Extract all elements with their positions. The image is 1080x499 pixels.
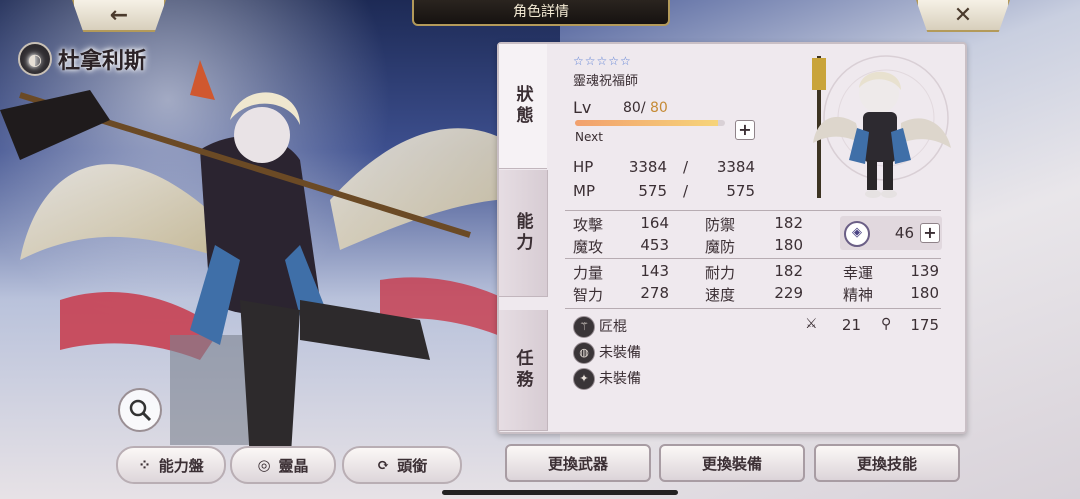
- vertical-tabs: 狀態 能力 任務: [499, 44, 549, 432]
- change-weapon-button[interactable]: 更換武器: [505, 444, 651, 482]
- title-button[interactable]: ⟳ 頭銜: [342, 446, 462, 484]
- mp-separator: /: [683, 182, 689, 200]
- exp-bar-fill: [575, 120, 718, 126]
- level-max: 80: [650, 100, 668, 116]
- soul-level-box: ◈ 46 +: [840, 216, 942, 250]
- soul-value: 46: [894, 224, 914, 242]
- ability-board-label: 能力盤: [158, 456, 204, 475]
- magic-defense-label: 魔防: [705, 238, 736, 256]
- mp-max: 575: [726, 182, 755, 200]
- rarity-stars: ☆☆☆☆☆: [573, 54, 632, 68]
- change-equipment-button[interactable]: 更換裝備: [659, 444, 805, 482]
- spirit-element-icon: ◐: [18, 42, 52, 76]
- character-name: 杜拿利斯: [58, 48, 147, 74]
- refresh-icon: ⟳: [376, 456, 390, 474]
- divider: [565, 258, 941, 259]
- accessory-icon: ✦: [573, 368, 595, 390]
- defense-value: 182: [774, 214, 803, 232]
- hp-label: HP: [573, 158, 594, 176]
- job-name: 靈魂祝福師: [573, 74, 639, 89]
- change-skill-button[interactable]: 更換技能: [814, 444, 960, 482]
- board-icon: ⁘: [138, 456, 151, 474]
- crystal-label: 靈晶: [278, 456, 309, 475]
- intellect-value: 278: [640, 284, 669, 302]
- level-label: Lv: [573, 98, 592, 117]
- level-separator: /: [640, 100, 646, 116]
- magic-defense-value: 180: [774, 236, 803, 254]
- zoom-button[interactable]: [118, 388, 162, 432]
- hp-current: 3384: [628, 158, 667, 176]
- title-label: 頭銜: [397, 456, 428, 475]
- strength-value: 143: [640, 262, 669, 280]
- exp-bar: [575, 120, 725, 126]
- endurance-value: 182: [774, 262, 803, 280]
- strength-label: 力量: [573, 264, 604, 282]
- divider: [565, 308, 941, 309]
- mp-current: 575: [638, 182, 667, 200]
- tab-quest[interactable]: 任務: [499, 310, 548, 431]
- chibi-illustration: [812, 55, 951, 198]
- character-name-block: ◐ 杜拿利斯: [18, 42, 146, 76]
- home-indicator: [442, 490, 678, 495]
- spirit-label: 精神: [843, 286, 874, 304]
- close-button[interactable]: ✕: [916, 0, 1010, 32]
- crystal-button[interactable]: ◎ 靈晶: [230, 446, 336, 484]
- crystal-icon: ◎: [257, 456, 271, 474]
- magic-value: 453: [640, 236, 669, 254]
- next-label: Next: [575, 130, 603, 144]
- weapon-magic: 175: [910, 316, 939, 334]
- armor-icon: ◍: [573, 342, 595, 364]
- soul-icon: ◈: [844, 221, 870, 247]
- spirit-value: 180: [910, 284, 939, 302]
- page-title: 角色詳情: [412, 0, 670, 26]
- mp-label: MP: [573, 182, 595, 200]
- wand-icon: ⚲: [881, 316, 892, 332]
- soul-add-button[interactable]: +: [920, 223, 940, 243]
- speed-value: 229: [774, 284, 803, 302]
- armor-slot[interactable]: 未裝備: [599, 342, 641, 362]
- hp-max: 3384: [716, 158, 755, 176]
- luck-label: 幸運: [843, 264, 874, 282]
- luck-value: 139: [910, 262, 939, 280]
- attack-label: 攻擊: [573, 216, 604, 234]
- tab-status[interactable]: 狀態: [499, 44, 547, 169]
- back-button[interactable]: ←: [72, 0, 166, 32]
- character-chibi-portrait: [761, 48, 961, 208]
- level-up-button[interactable]: +: [735, 120, 755, 140]
- attack-value: 164: [640, 214, 669, 232]
- sword-icon: ⚔: [805, 316, 818, 332]
- back-arrow-icon: ←: [109, 2, 129, 28]
- ability-board-button[interactable]: ⁘ 能力盤: [116, 446, 226, 484]
- defense-label: 防禦: [705, 216, 736, 234]
- divider: [565, 210, 941, 211]
- staff-icon: ⚚: [573, 316, 595, 338]
- endurance-label: 耐力: [705, 264, 736, 282]
- accessory-slot[interactable]: 未裝備: [599, 368, 641, 388]
- intellect-label: 智力: [573, 286, 604, 304]
- status-panel: 狀態 能力 任務 ☆☆☆☆☆ 靈魂祝福師 Lv 80/ 80 Next + HP…: [497, 42, 967, 434]
- weapon-name[interactable]: 匠棍: [599, 316, 627, 336]
- weapon-attack: 21: [841, 316, 861, 334]
- magnifier-icon: [129, 399, 152, 422]
- hp-separator: /: [683, 158, 689, 176]
- close-icon: ✕: [953, 2, 973, 28]
- tab-ability[interactable]: 能力: [499, 170, 548, 297]
- level-value: 80/ 80: [623, 100, 668, 116]
- magic-label: 魔攻: [573, 238, 604, 256]
- level-current: 80: [623, 100, 641, 116]
- speed-label: 速度: [705, 286, 736, 304]
